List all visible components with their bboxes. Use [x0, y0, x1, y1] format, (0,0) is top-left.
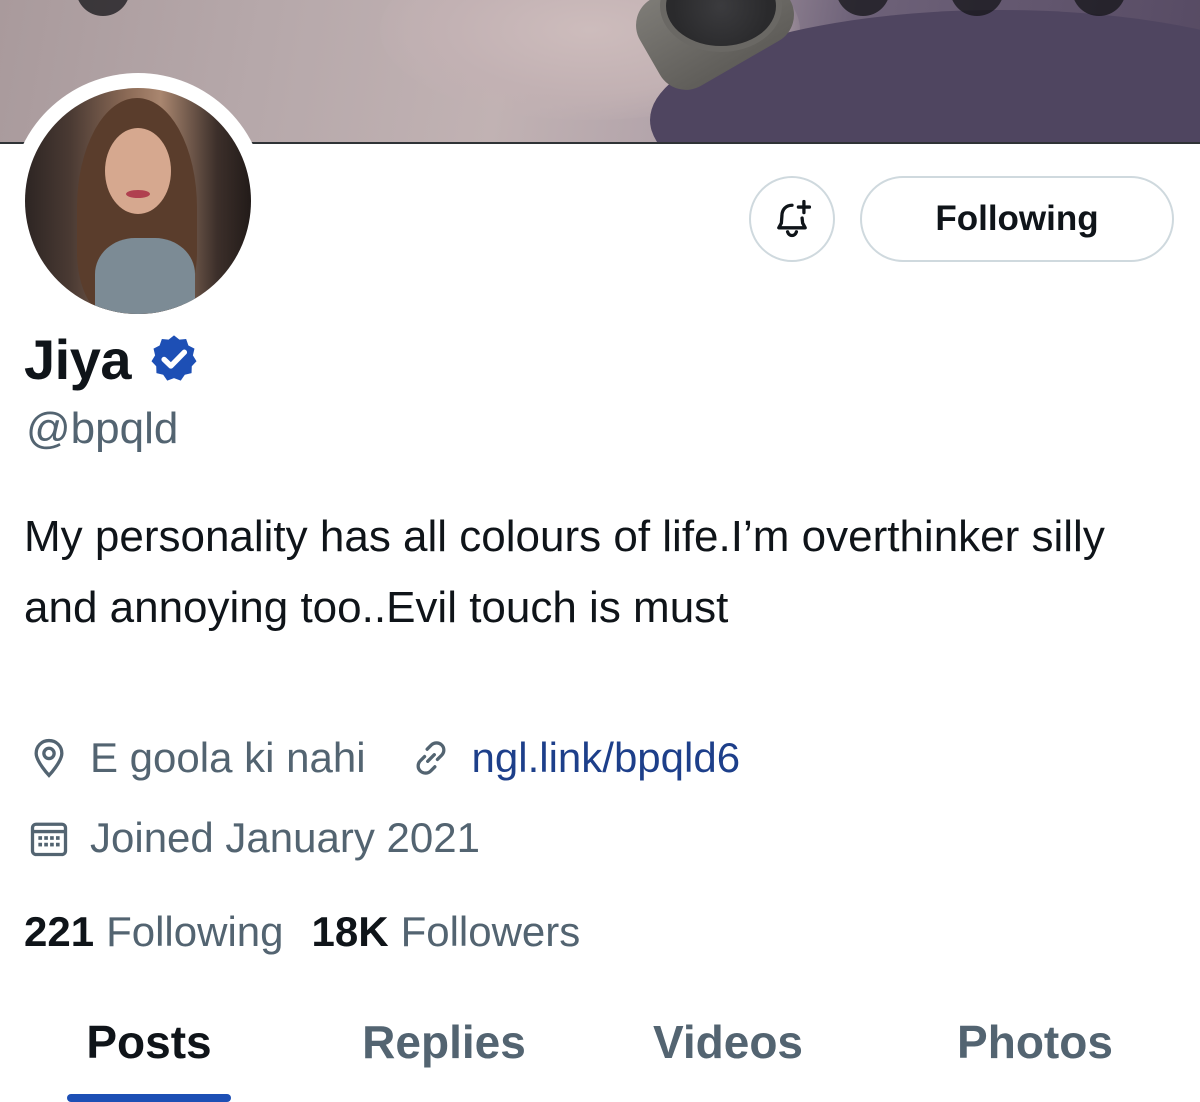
back-button[interactable] [76, 0, 130, 16]
profile-page: Following Jiya @bpqld My personality has… [0, 0, 1200, 1102]
following-label: Following [106, 908, 284, 955]
following-button-label: Following [935, 199, 1099, 238]
following-count: 221 [24, 908, 95, 955]
profile-location: E goola ki nahi [90, 734, 366, 781]
followers-label: Followers [400, 908, 581, 955]
avatar[interactable] [10, 73, 266, 329]
tab-replies[interactable]: Replies [334, 1010, 554, 1074]
notifications-button[interactable] [749, 176, 835, 262]
following-button[interactable]: Following [860, 176, 1174, 262]
display-name: Jiya [24, 327, 132, 391]
profile-joined-date: Joined January 2021 [90, 814, 480, 861]
active-tab-indicator [67, 1094, 231, 1102]
verified-badge-icon[interactable] [147, 332, 201, 386]
followers-count: 18K [311, 908, 389, 955]
profile-meta-joined-row: Joined January 2021 [24, 812, 480, 864]
profile-meta-location-row: E goola ki nahi ngl.link/bpqld6 [24, 732, 740, 784]
profile-stats: 221 Following 18K Followers [24, 904, 580, 960]
followers-stat[interactable]: 18K Followers [312, 908, 581, 956]
tab-videos[interactable]: Videos [618, 1010, 838, 1074]
profile-name-row: Jiya [24, 326, 201, 392]
profile-handle: @bpqld [26, 404, 179, 453]
profile-bio: My personality has all colours of life.I… [24, 512, 1105, 632]
bell-plus-icon [777, 199, 812, 238]
calendar-icon [24, 813, 74, 863]
location-pin-icon [24, 733, 74, 783]
following-stat[interactable]: 221 Following [24, 908, 284, 956]
profile-website-link[interactable]: ngl.link/bpqld6 [472, 734, 741, 782]
tab-photos[interactable]: Photos [925, 1010, 1145, 1074]
tab-posts[interactable]: Posts [49, 1010, 249, 1074]
search-button[interactable] [836, 0, 890, 16]
link-icon [406, 733, 456, 783]
avatar-photo [25, 88, 251, 314]
profile-tabs: Posts Replies Videos Photos [0, 1010, 1200, 1102]
